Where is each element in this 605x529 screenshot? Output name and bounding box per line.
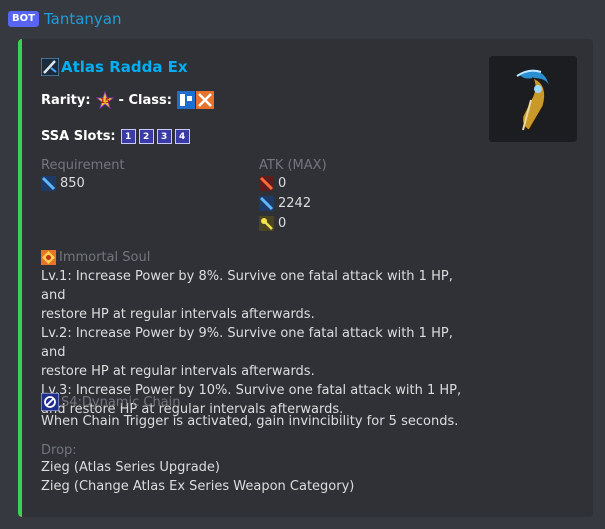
ssa-slot-2-icon: 2: [138, 129, 154, 144]
requirement-label: Requirement: [41, 158, 125, 173]
potential-desc-line: Lv.1: Increase Power by 8%. Survive one …: [41, 269, 453, 303]
requirement-value-line: 850: [41, 173, 125, 193]
embed-card: Atlas Radda Ex Rarity: 15 - Class: SSA S…: [18, 39, 593, 517]
atk-melee-value: 0: [278, 175, 287, 191]
melee-attack-icon: [259, 175, 274, 191]
weapon-artwork: [489, 56, 577, 142]
s4-ability-icon: [41, 393, 59, 411]
bot-badge: BOT: [8, 11, 39, 27]
username[interactable]: Tantanyan: [44, 10, 122, 28]
ssa-slot-4-icon: 4: [174, 129, 190, 144]
ssa-ability-description: When Chain Trigger is activated, gain in…: [41, 414, 459, 429]
ranged-attack-icon: [259, 195, 274, 211]
potential-header: Immortal Soul: [41, 247, 481, 267]
embed-title: Atlas Radda Ex: [41, 58, 188, 76]
atk-technique-line: 0: [259, 213, 327, 233]
potential-desc-line: restore HP at regular intervals afterwar…: [41, 307, 315, 322]
rarity-class-row: Rarity: 15 - Class:: [41, 91, 214, 109]
weapon-thumbnail-image[interactable]: [489, 56, 577, 142]
atk-ranged-line: 2242: [259, 193, 327, 213]
atk-melee-line: 0: [259, 173, 327, 193]
ssa-ability-name: S4:Dynamic Chain: [61, 394, 181, 410]
rarity-15-star-icon: 15: [95, 91, 114, 109]
atk-ranged-value: 2242: [278, 195, 312, 211]
message-header: BOT Tantanyan: [8, 8, 122, 30]
technique-attack-icon: [259, 215, 274, 231]
ssa-slots-row: SSA Slots: 1 2 3 4: [41, 129, 193, 144]
potential-icon: [41, 249, 56, 265]
drop-label: Drop:: [41, 443, 77, 458]
requirement-value: 850: [60, 175, 85, 191]
drop-item: Zieg (Change Atlas Ex Series Weapon Cate…: [41, 479, 355, 494]
potential-desc-line: Lv.2: Increase Power by 9%. Survive one …: [41, 326, 453, 360]
potential-name: Immortal Soul: [59, 249, 151, 265]
ssa-slots-label: SSA Slots:: [41, 129, 116, 144]
class-label: - Class:: [118, 92, 172, 108]
svg-text:15: 15: [100, 97, 110, 105]
atk-technique-value: 0: [278, 215, 287, 231]
gunner-class-icon: [195, 91, 214, 109]
ssa-ability-header: S4:Dynamic Chain: [41, 392, 561, 412]
ssa-ability-field: S4:Dynamic Chain When Chain Trigger is a…: [41, 392, 561, 431]
gunslash-weapon-icon: [41, 58, 59, 76]
atk-label: ATK (MAX): [259, 158, 327, 173]
drop-item: Zieg (Atlas Series Upgrade): [41, 460, 220, 475]
requirement-field: Requirement 850: [41, 158, 125, 193]
weapon-title-link[interactable]: Atlas Radda Ex: [61, 58, 188, 76]
rarity-label: Rarity:: [41, 92, 91, 108]
potential-desc-line: restore HP at regular intervals afterwar…: [41, 364, 315, 379]
ranged-power-icon: [41, 175, 56, 191]
ssa-slot-3-icon: 3: [156, 129, 172, 144]
ranger-class-icon: [176, 91, 195, 109]
ssa-slot-1-icon: 1: [120, 129, 136, 144]
drop-field: Drop: Zieg (Atlas Series Upgrade) Zieg (…: [41, 443, 354, 496]
atk-field: ATK (MAX) 0 2242 0: [259, 158, 327, 233]
